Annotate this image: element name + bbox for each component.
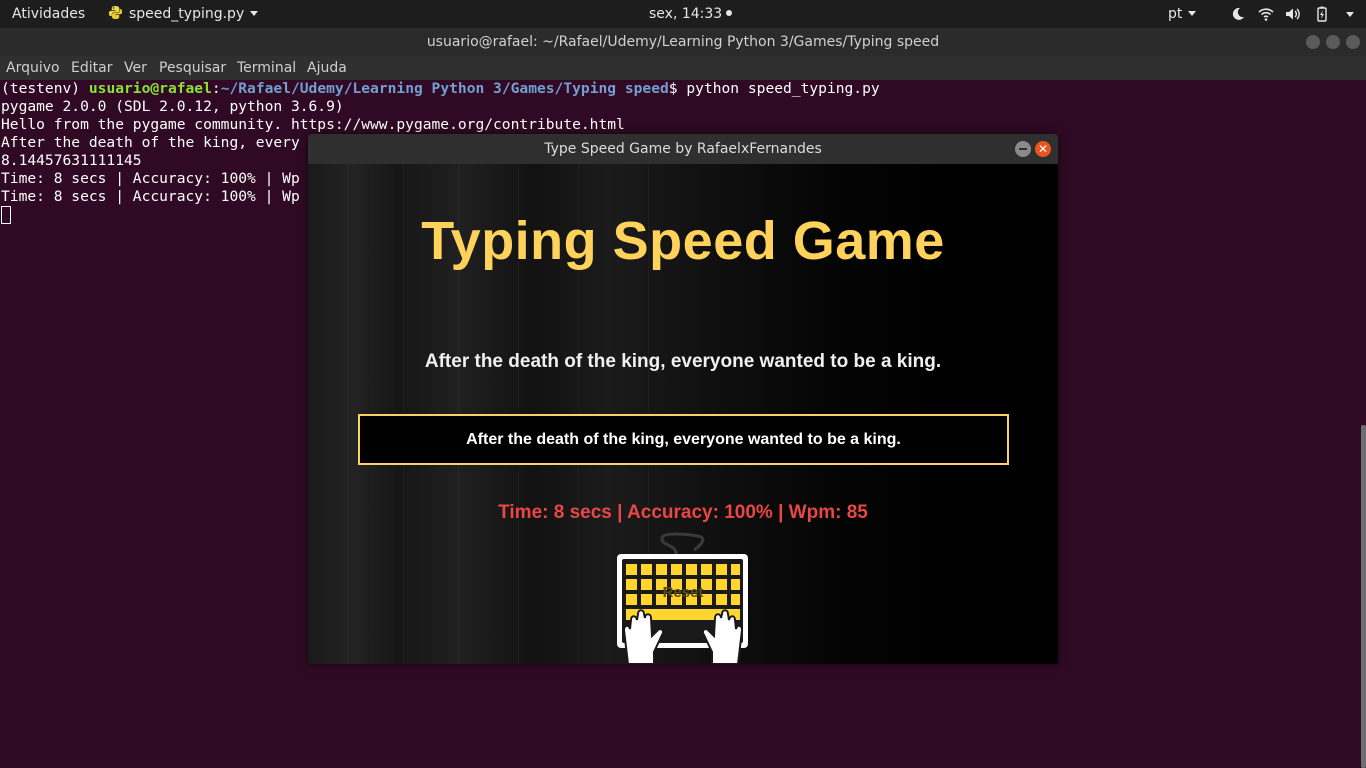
activities-button[interactable]: Atividades bbox=[12, 0, 85, 28]
prompt-command: $ python speed_typing.py bbox=[668, 80, 880, 97]
terminal-prompt-line: (testenv) usuario@rafael:~/Rafael/Udemy/… bbox=[1, 80, 880, 98]
terminal-line: 8.14457631111145 bbox=[1, 152, 142, 169]
menu-ajuda[interactable]: Ajuda bbox=[307, 56, 347, 80]
prompt-env: (testenv) bbox=[1, 80, 89, 97]
prompt-user: usuario@rafael bbox=[88, 80, 212, 97]
result-stats: Time: 8 secs | Accuracy: 100% | Wpm: 85 bbox=[498, 502, 868, 523]
game-heading: Typing Speed Game bbox=[421, 211, 945, 271]
clock[interactable]: sex, 14:33 bbox=[649, 0, 733, 28]
menu-terminal[interactable]: Terminal bbox=[237, 56, 296, 80]
clock-label: sex, 14:33 bbox=[649, 6, 723, 22]
chevron-down-icon bbox=[1188, 11, 1197, 16]
top-bar: Atividades speed_typing.py sex, 14:33 pt bbox=[0, 0, 1366, 28]
terminal-line: Hello from the pygame community. https:/… bbox=[1, 116, 625, 133]
terminal-cursor bbox=[1, 206, 11, 224]
game-minimize-button[interactable] bbox=[1015, 141, 1031, 157]
terminal-title: usuario@rafael: ~/Rafael/Udemy/Learning … bbox=[426, 34, 940, 50]
game-close-button[interactable]: ✕ bbox=[1035, 141, 1051, 157]
moon-icon[interactable] bbox=[1230, 6, 1246, 22]
terminal-line: Time: 8 secs | Accuracy: 100% | Wp bbox=[1, 170, 300, 187]
prompt-colon: : bbox=[211, 80, 221, 97]
terminal-line: pygame 2.0.0 (SDL 2.0.12, python 3.6.9) bbox=[1, 98, 344, 115]
app-menu-label: speed_typing.py bbox=[129, 6, 245, 22]
wifi-icon[interactable] bbox=[1258, 6, 1274, 22]
terminal-minimize-button[interactable] bbox=[1306, 35, 1320, 49]
typed-text: After the death of the king, everyone wa… bbox=[466, 431, 901, 448]
terminal-scrollbar[interactable] bbox=[1361, 425, 1366, 768]
terminal-maximize-button[interactable] bbox=[1326, 35, 1340, 49]
reset-button[interactable]: Reset bbox=[616, 532, 750, 664]
menu-pesquisar[interactable]: Pesquisar bbox=[159, 56, 226, 80]
menu-ver[interactable]: Ver bbox=[124, 56, 147, 80]
game-window-title: Type Speed Game by RafaelxFernandes bbox=[544, 141, 822, 157]
language-indicator[interactable]: pt bbox=[1168, 0, 1197, 28]
reset-label: Reset bbox=[662, 584, 704, 601]
prompt-sentence: After the death of the king, everyone wa… bbox=[424, 351, 942, 372]
system-menu-caret-icon[interactable] bbox=[1346, 12, 1354, 17]
python-icon bbox=[108, 5, 123, 20]
terminal-close-button[interactable] bbox=[1346, 35, 1360, 49]
typing-input-box[interactable]: After the death of the king, everyone wa… bbox=[358, 414, 1009, 465]
menu-editar[interactable]: Editar bbox=[71, 56, 112, 80]
close-icon: ✕ bbox=[1037, 142, 1049, 156]
terminal-title-bar[interactable]: usuario@rafael: ~/Rafael/Udemy/Learning … bbox=[0, 28, 1366, 56]
battery-icon[interactable] bbox=[1314, 6, 1330, 22]
prompt-path: ~/Rafael/Udemy/Learning Python 3/Games/T… bbox=[220, 80, 669, 97]
terminal-line: Time: 8 secs | Accuracy: 100% | Wp bbox=[1, 188, 300, 205]
app-menu[interactable]: speed_typing.py bbox=[108, 0, 259, 28]
menu-arquivo[interactable]: Arquivo bbox=[6, 56, 60, 80]
game-window: Type Speed Game by RafaelxFernandes ✕ Ty… bbox=[308, 134, 1058, 664]
language-label: pt bbox=[1168, 6, 1183, 22]
terminal-line: After the death of the king, every bbox=[1, 134, 300, 151]
terminal-menu-bar: Arquivo Editar Ver Pesquisar Terminal Aj… bbox=[0, 56, 1366, 80]
volume-icon[interactable] bbox=[1285, 6, 1301, 22]
game-title-bar[interactable]: Type Speed Game by RafaelxFernandes ✕ bbox=[308, 134, 1058, 164]
game-canvas[interactable]: Typing Speed Game After the death of the… bbox=[308, 164, 1058, 664]
notification-dot-icon bbox=[726, 10, 733, 16]
chevron-down-icon bbox=[250, 11, 259, 16]
